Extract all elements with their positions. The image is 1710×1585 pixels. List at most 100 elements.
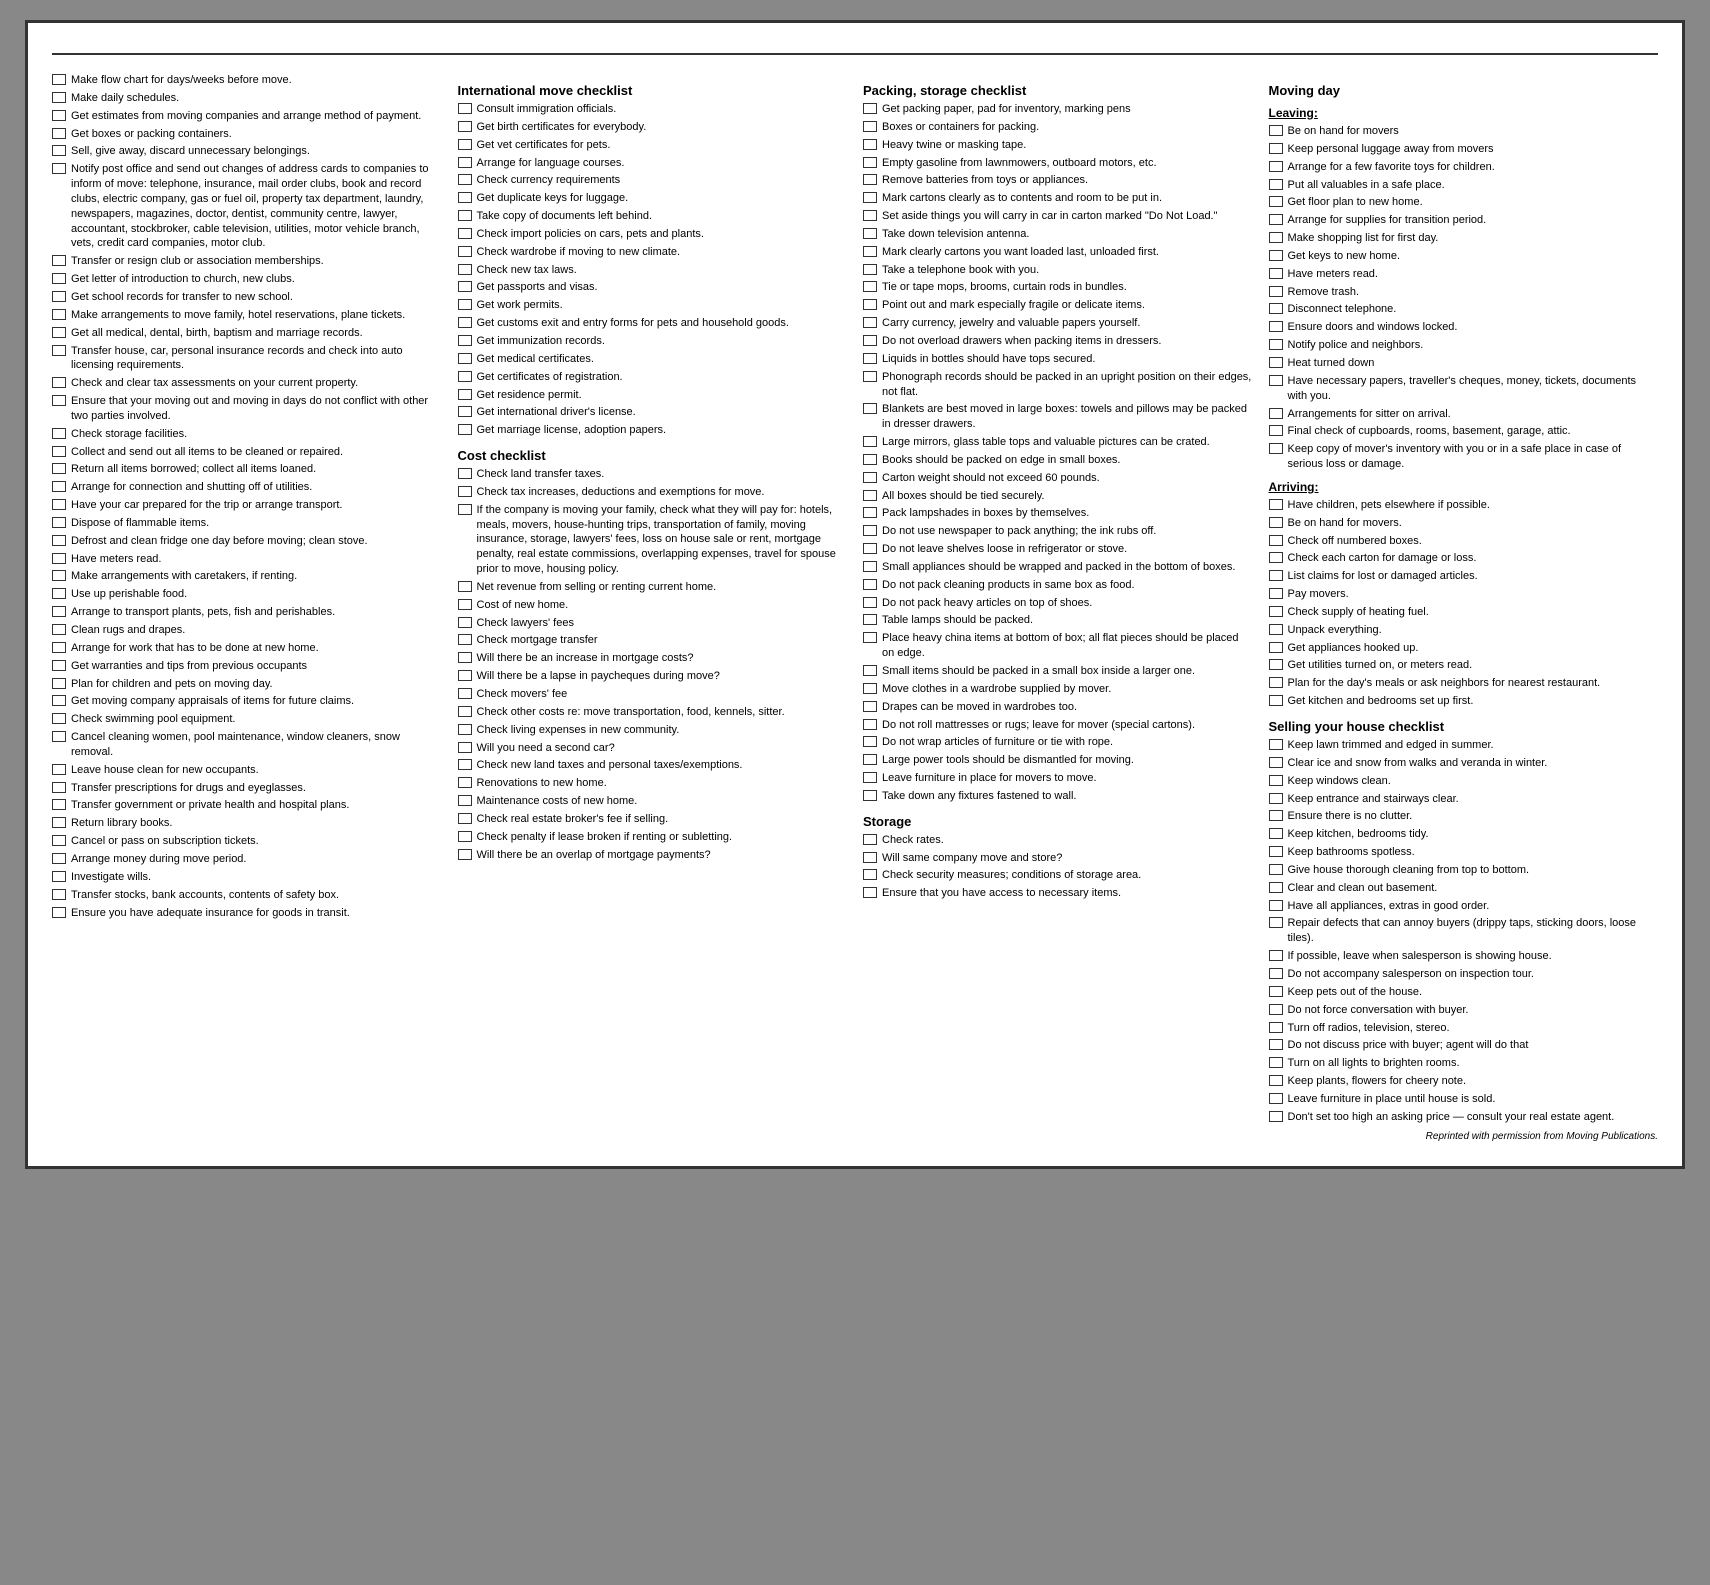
checkbox-icon[interactable] bbox=[52, 678, 66, 689]
checkbox-icon[interactable] bbox=[52, 588, 66, 599]
checkbox-icon[interactable] bbox=[863, 490, 877, 501]
checkbox-icon[interactable] bbox=[52, 255, 66, 266]
checkbox-icon[interactable] bbox=[1269, 286, 1283, 297]
checkbox-icon[interactable] bbox=[863, 353, 877, 364]
checkbox-icon[interactable] bbox=[458, 795, 472, 806]
checkbox-icon[interactable] bbox=[458, 174, 472, 185]
checkbox-icon[interactable] bbox=[458, 759, 472, 770]
checkbox-icon[interactable] bbox=[863, 632, 877, 643]
checkbox-icon[interactable] bbox=[458, 599, 472, 610]
checkbox-icon[interactable] bbox=[863, 371, 877, 382]
checkbox-icon[interactable] bbox=[1269, 214, 1283, 225]
checkbox-icon[interactable] bbox=[52, 570, 66, 581]
checkbox-icon[interactable] bbox=[52, 853, 66, 864]
checkbox-icon[interactable] bbox=[458, 706, 472, 717]
checkbox-icon[interactable] bbox=[863, 264, 877, 275]
checkbox-icon[interactable] bbox=[1269, 864, 1283, 875]
checkbox-icon[interactable] bbox=[1269, 677, 1283, 688]
checkbox-icon[interactable] bbox=[52, 110, 66, 121]
checkbox-icon[interactable] bbox=[458, 317, 472, 328]
checkbox-icon[interactable] bbox=[52, 695, 66, 706]
checkbox-icon[interactable] bbox=[863, 403, 877, 414]
checkbox-icon[interactable] bbox=[52, 499, 66, 510]
checkbox-icon[interactable] bbox=[458, 406, 472, 417]
checkbox-icon[interactable] bbox=[52, 163, 66, 174]
checkbox-icon[interactable] bbox=[52, 377, 66, 388]
checkbox-icon[interactable] bbox=[863, 701, 877, 712]
checkbox-icon[interactable] bbox=[1269, 321, 1283, 332]
checkbox-icon[interactable] bbox=[52, 291, 66, 302]
checkbox-icon[interactable] bbox=[1269, 1004, 1283, 1015]
checkbox-icon[interactable] bbox=[863, 614, 877, 625]
checkbox-icon[interactable] bbox=[1269, 268, 1283, 279]
checkbox-icon[interactable] bbox=[863, 665, 877, 676]
checkbox-icon[interactable] bbox=[863, 525, 877, 536]
checkbox-icon[interactable] bbox=[52, 660, 66, 671]
checkbox-icon[interactable] bbox=[458, 652, 472, 663]
checkbox-icon[interactable] bbox=[863, 335, 877, 346]
checkbox-icon[interactable] bbox=[52, 481, 66, 492]
checkbox-icon[interactable] bbox=[863, 103, 877, 114]
checkbox-icon[interactable] bbox=[1269, 570, 1283, 581]
checkbox-icon[interactable] bbox=[458, 688, 472, 699]
checkbox-icon[interactable] bbox=[458, 486, 472, 497]
checkbox-icon[interactable] bbox=[52, 835, 66, 846]
checkbox-icon[interactable] bbox=[1269, 917, 1283, 928]
checkbox-icon[interactable] bbox=[863, 719, 877, 730]
checkbox-icon[interactable] bbox=[458, 670, 472, 681]
checkbox-icon[interactable] bbox=[52, 74, 66, 85]
checkbox-icon[interactable] bbox=[1269, 232, 1283, 243]
checkbox-icon[interactable] bbox=[52, 428, 66, 439]
checkbox-icon[interactable] bbox=[52, 782, 66, 793]
checkbox-icon[interactable] bbox=[52, 395, 66, 406]
checkbox-icon[interactable] bbox=[863, 543, 877, 554]
checkbox-icon[interactable] bbox=[863, 736, 877, 747]
checkbox-icon[interactable] bbox=[1269, 339, 1283, 350]
checkbox-icon[interactable] bbox=[863, 579, 877, 590]
checkbox-icon[interactable] bbox=[1269, 161, 1283, 172]
checkbox-icon[interactable] bbox=[52, 553, 66, 564]
checkbox-icon[interactable] bbox=[52, 871, 66, 882]
checkbox-icon[interactable] bbox=[863, 507, 877, 518]
checkbox-icon[interactable] bbox=[1269, 986, 1283, 997]
checkbox-icon[interactable] bbox=[1269, 443, 1283, 454]
checkbox-icon[interactable] bbox=[52, 309, 66, 320]
checkbox-icon[interactable] bbox=[458, 103, 472, 114]
checkbox-icon[interactable] bbox=[1269, 143, 1283, 154]
checkbox-icon[interactable] bbox=[863, 299, 877, 310]
checkbox-icon[interactable] bbox=[863, 281, 877, 292]
checkbox-icon[interactable] bbox=[863, 317, 877, 328]
checkbox-icon[interactable] bbox=[52, 817, 66, 828]
checkbox-icon[interactable] bbox=[1269, 1057, 1283, 1068]
checkbox-icon[interactable] bbox=[863, 597, 877, 608]
checkbox-icon[interactable] bbox=[458, 424, 472, 435]
checkbox-icon[interactable] bbox=[458, 157, 472, 168]
checkbox-icon[interactable] bbox=[1269, 303, 1283, 314]
checkbox-icon[interactable] bbox=[863, 228, 877, 239]
checkbox-icon[interactable] bbox=[458, 581, 472, 592]
checkbox-icon[interactable] bbox=[1269, 1075, 1283, 1086]
checkbox-icon[interactable] bbox=[1269, 425, 1283, 436]
checkbox-icon[interactable] bbox=[458, 353, 472, 364]
checkbox-icon[interactable] bbox=[1269, 900, 1283, 911]
checkbox-icon[interactable] bbox=[1269, 810, 1283, 821]
checkbox-icon[interactable] bbox=[52, 535, 66, 546]
checkbox-icon[interactable] bbox=[52, 713, 66, 724]
checkbox-icon[interactable] bbox=[863, 754, 877, 765]
checkbox-icon[interactable] bbox=[1269, 179, 1283, 190]
checkbox-icon[interactable] bbox=[1269, 950, 1283, 961]
checkbox-icon[interactable] bbox=[1269, 968, 1283, 979]
checkbox-icon[interactable] bbox=[1269, 846, 1283, 857]
checkbox-icon[interactable] bbox=[1269, 624, 1283, 635]
checkbox-icon[interactable] bbox=[52, 517, 66, 528]
checkbox-icon[interactable] bbox=[1269, 828, 1283, 839]
checkbox-icon[interactable] bbox=[458, 504, 472, 515]
checkbox-icon[interactable] bbox=[863, 454, 877, 465]
checkbox-icon[interactable] bbox=[1269, 250, 1283, 261]
checkbox-icon[interactable] bbox=[1269, 1111, 1283, 1122]
checkbox-icon[interactable] bbox=[52, 92, 66, 103]
checkbox-icon[interactable] bbox=[52, 128, 66, 139]
checkbox-icon[interactable] bbox=[52, 273, 66, 284]
checkbox-icon[interactable] bbox=[1269, 882, 1283, 893]
checkbox-icon[interactable] bbox=[458, 468, 472, 479]
